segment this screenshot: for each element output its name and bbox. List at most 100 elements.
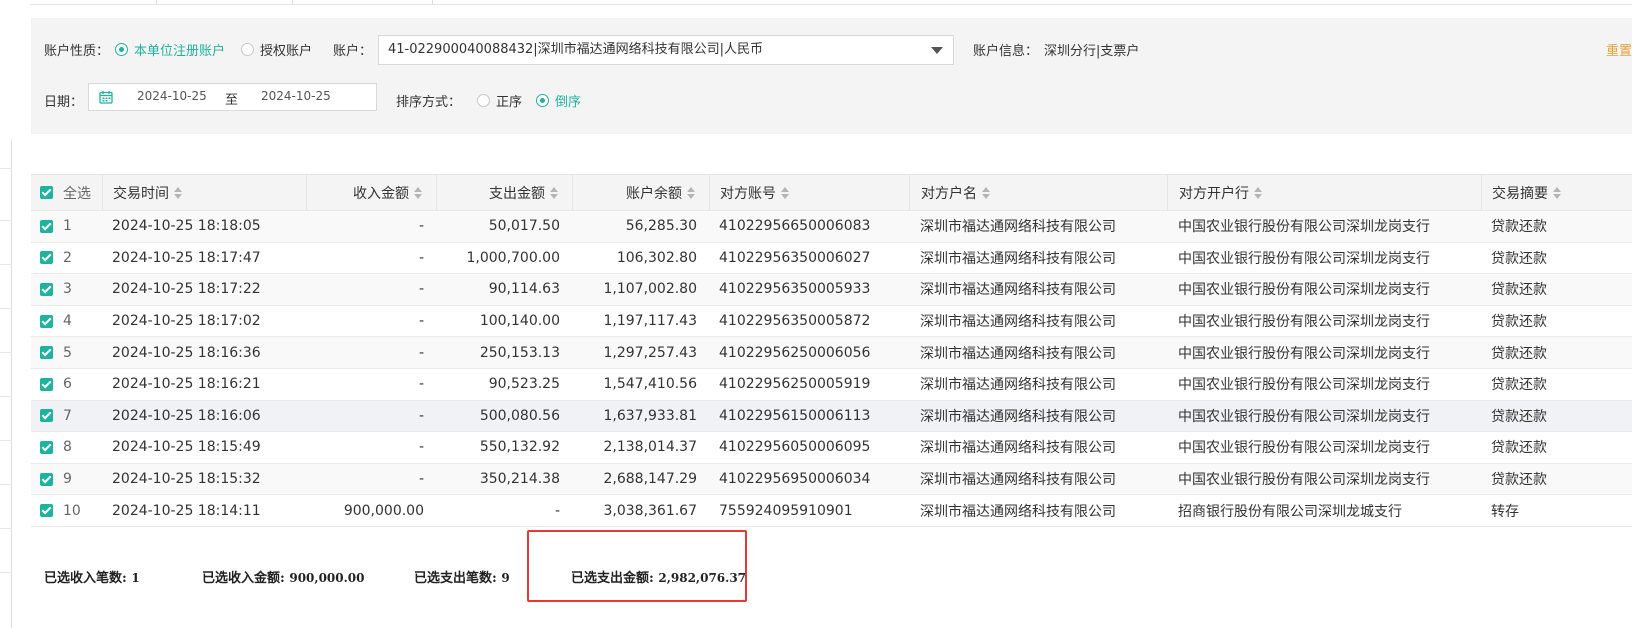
account-select-value: 41-022900040088432|深圳市福达通网络科技有限公司|人民币: [388, 42, 764, 57]
cell-income: -: [418, 281, 424, 298]
row-checkbox[interactable]: 2: [40, 243, 102, 274]
cell-balance: 1,107,002.80: [603, 281, 697, 298]
checkbox-checked-icon: [40, 282, 53, 296]
date-label: 日期：: [44, 95, 84, 110]
cell-memo: 贷款还款: [1491, 282, 1547, 299]
row-checkbox[interactable]: 4: [40, 306, 102, 337]
cell-time: 2024-10-25 18:16:06: [112, 407, 261, 424]
summary-income-amount: 已选收入金额: 900,000.00: [202, 571, 365, 586]
cell-income: -: [418, 313, 424, 330]
col-header-counter-bank[interactable]: 对方开户行: [1167, 175, 1481, 210]
radio-sort-asc[interactable]: 正序: [477, 91, 522, 110]
cell-counter-account: 41022956250005919: [719, 376, 871, 393]
cell-counter-account: 41022956950006034: [719, 471, 871, 488]
radio-authorized-account[interactable]: 授权账户: [241, 40, 312, 59]
cell-counter-bank: 中国农业银行股份有限公司深圳龙岗支行: [1178, 345, 1430, 362]
cell-counter-account: 41022956350006027: [719, 249, 871, 266]
cell-expense: 550,132.92: [479, 439, 560, 456]
col-header-counter-name[interactable]: 对方户名: [909, 175, 1167, 210]
row-checkbox[interactable]: 6: [40, 369, 102, 400]
row-checkbox[interactable]: 7: [40, 401, 102, 432]
col-header-expense[interactable]: 支出金额: [436, 175, 572, 210]
row-checkbox[interactable]: 8: [40, 432, 102, 463]
scroll-indicator[interactable]: [1624, 543, 1632, 551]
checkbox-checked-icon: [40, 186, 53, 199]
cell-income: -: [418, 471, 424, 488]
checkbox-checked-icon: [40, 314, 53, 328]
cell-counter-name: 深圳市福达通网络科技有限公司: [920, 282, 1116, 299]
cell-memo: 贷款还款: [1491, 472, 1547, 489]
row-number: 2: [63, 249, 72, 266]
cell-counter-bank: 中国农业银行股份有限公司深圳龙岗支行: [1178, 314, 1430, 331]
annotation-highlight-box: [527, 530, 747, 602]
row-number: 9: [63, 471, 72, 488]
cell-counter-bank: 中国农业银行股份有限公司深圳龙岗支行: [1178, 408, 1430, 425]
cell-balance: 1,637,933.81: [603, 407, 697, 424]
date-start-input[interactable]: 2024-10-25: [137, 89, 207, 103]
cell-expense: 100,140.00: [479, 313, 560, 330]
col-header-memo[interactable]: 交易摘要: [1481, 175, 1632, 210]
col-header-balance[interactable]: 账户余额: [572, 175, 709, 210]
calendar-icon: [99, 91, 113, 104]
col-header-counter-account[interactable]: 对方账号: [709, 175, 909, 210]
radio-sort-desc[interactable]: 倒序: [536, 91, 581, 110]
table-row[interactable]: 8 2024-10-25 18:15:49 - 550,132.92 2,138…: [31, 432, 1632, 464]
cell-counter-bank: 中国农业银行股份有限公司深圳龙岗支行: [1178, 377, 1430, 394]
table-body: 1 2024-10-25 18:18:05 - 50,017.50 56,285…: [31, 211, 1632, 527]
cell-counter-bank: 中国农业银行股份有限公司深圳龙岗支行: [1178, 472, 1430, 489]
cell-time: 2024-10-25 18:15:49: [112, 439, 261, 456]
row-checkbox[interactable]: 3: [40, 274, 102, 305]
cell-time: 2024-10-25 18:16:36: [112, 344, 261, 361]
checkbox-checked-icon: [40, 346, 53, 360]
row-checkbox[interactable]: 5: [40, 337, 102, 368]
chevron-down-icon: [931, 47, 943, 54]
select-all-checkbox[interactable]: 全选: [40, 175, 102, 210]
cell-counter-name: 深圳市福达通网络科技有限公司: [920, 219, 1116, 236]
sort-icon: [687, 186, 695, 199]
row-checkbox[interactable]: 10: [40, 495, 102, 526]
top-tab-strip: [0, 0, 1632, 6]
cell-income: -: [418, 407, 424, 424]
row-checkbox[interactable]: 9: [40, 464, 102, 495]
row-number: 7: [63, 407, 72, 424]
table-row[interactable]: 9 2024-10-25 18:15:32 - 350,214.38 2,688…: [31, 463, 1632, 496]
table-row[interactable]: 1 2024-10-25 18:18:05 - 50,017.50 56,285…: [31, 211, 1632, 243]
table-row[interactable]: 3 2024-10-25 18:17:22 - 90,114.63 1,107,…: [31, 274, 1632, 306]
row-checkbox[interactable]: 1: [40, 211, 102, 242]
cell-counter-account: 755924095910901: [719, 502, 853, 519]
table-row[interactable]: 10 2024-10-25 18:14:11 900,000.00 - 3,03…: [31, 495, 1632, 527]
table-row[interactable]: 6 2024-10-25 18:16:21 - 90,523.25 1,547,…: [31, 368, 1632, 401]
account-type-label: 账户性质：: [44, 44, 110, 59]
table-row[interactable]: 5 2024-10-25 18:16:36 - 250,153.13 1,297…: [31, 337, 1632, 369]
reset-button[interactable]: 重置: [1606, 40, 1632, 59]
sort-icon: [1254, 186, 1262, 199]
cell-time: 2024-10-25 18:17:22: [112, 281, 261, 298]
col-header-income[interactable]: 收入金额: [306, 175, 436, 210]
table-row[interactable]: 7 2024-10-25 18:16:06 - 500,080.56 1,637…: [31, 400, 1632, 433]
cell-memo: 贷款还款: [1491, 377, 1547, 394]
radio-registered-account[interactable]: 本单位注册账户: [115, 40, 225, 59]
row-number: 1: [63, 218, 72, 235]
cell-memo: 贷款还款: [1491, 440, 1547, 457]
table-header: 全选 交易时间 收入金额 支出金额 账户余额 对方账号 对方户名 对方开户行 交…: [31, 174, 1632, 211]
account-select[interactable]: 41-022900040088432|深圳市福达通网络科技有限公司|人民币: [378, 35, 954, 65]
radio-dot: [241, 43, 254, 56]
cell-income: -: [418, 376, 424, 393]
sort-icon: [781, 186, 789, 199]
cell-counter-name: 深圳市福达通网络科技有限公司: [920, 377, 1116, 394]
table-row[interactable]: 4 2024-10-25 18:17:02 - 100,140.00 1,197…: [31, 305, 1632, 338]
checkbox-checked-icon: [40, 440, 53, 454]
cell-balance: 106,302.80: [616, 249, 697, 266]
cell-memo: 贷款还款: [1491, 250, 1547, 267]
cell-counter-account: 41022956650006083: [719, 218, 871, 235]
radio-dot: [477, 94, 490, 107]
date-range-picker[interactable]: 2024-10-25 至 2024-10-25: [88, 83, 377, 111]
cell-counter-bank: 中国农业银行股份有限公司深圳龙岗支行: [1178, 440, 1430, 457]
col-header-time[interactable]: 交易时间: [102, 175, 306, 210]
cell-income: 900,000.00: [343, 502, 424, 519]
cell-time: 2024-10-25 18:16:21: [112, 376, 261, 393]
account-info-label: 账户信息：: [973, 44, 1039, 59]
cell-memo: 贷款还款: [1491, 345, 1547, 362]
date-end-input[interactable]: 2024-10-25: [261, 89, 331, 103]
table-row[interactable]: 2 2024-10-25 18:17:47 - 1,000,700.00 106…: [31, 242, 1632, 275]
